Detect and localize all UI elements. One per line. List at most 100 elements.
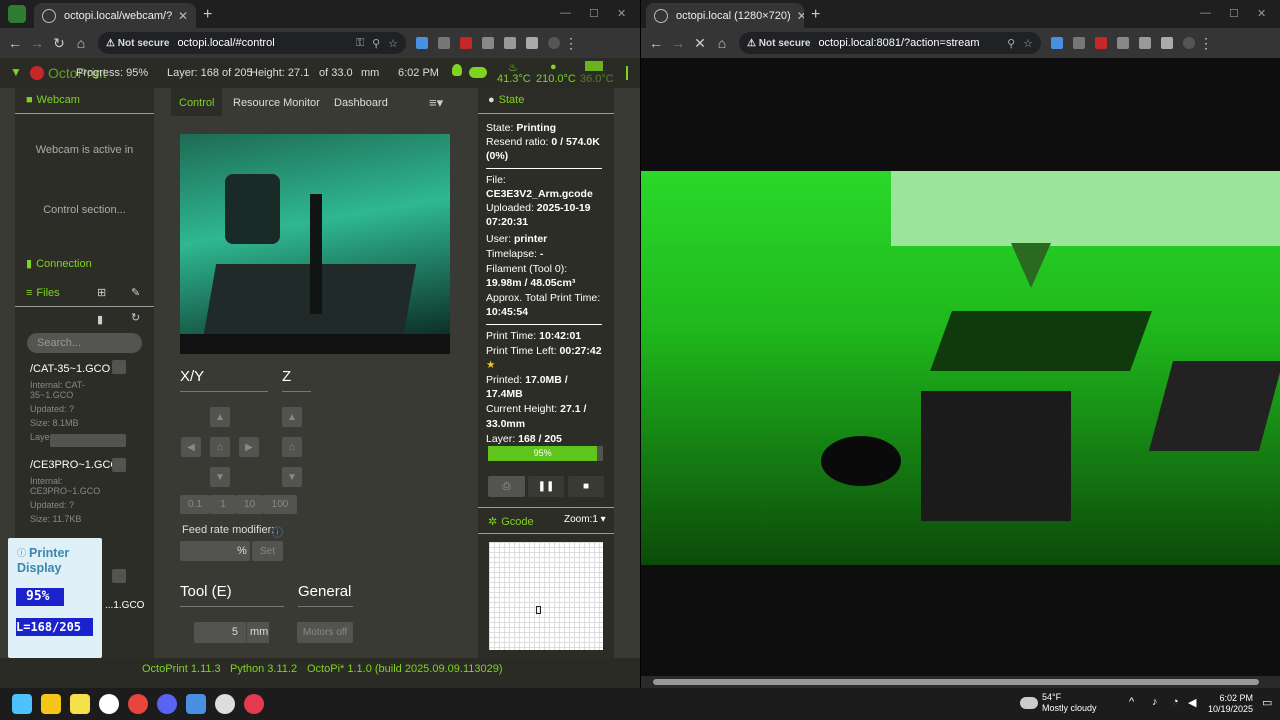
tab-control[interactable]: Control <box>171 88 222 118</box>
clock[interactable]: 6:02 PM 10/19/2025 <box>1208 693 1253 715</box>
print-button[interactable]: ⎙ <box>488 476 525 497</box>
weather-widget[interactable]: 54°F Mostly cloudy <box>1020 692 1097 714</box>
chrome-icon[interactable] <box>128 694 148 714</box>
app-icon[interactable] <box>99 694 119 714</box>
extension-icon[interactable] <box>1095 37 1107 49</box>
browser-tab[interactable]: octopi.local/webcam/?action=s ✕ <box>34 3 196 28</box>
file-info-button[interactable] <box>112 360 126 374</box>
start-icon[interactable] <box>12 694 32 714</box>
webcam-header[interactable]: ■ Webcam <box>26 94 80 106</box>
back-icon[interactable]: ← <box>4 35 26 51</box>
step-0.1-button[interactable]: 0.1 <box>180 495 210 514</box>
pause-button[interactable]: ❚❚ <box>528 476 564 497</box>
extrude-amount-input[interactable]: 5 <box>194 622 246 643</box>
media-icon[interactable] <box>526 37 538 49</box>
chevron-up-icon[interactable]: ^ <box>1129 696 1134 708</box>
extension-icon[interactable] <box>1051 37 1063 49</box>
connection-header[interactable]: ▮ Connection <box>26 257 92 271</box>
extension-icon[interactable] <box>438 37 450 49</box>
new-tab-button[interactable]: + <box>203 6 212 24</box>
sd-card-icon[interactable]: ▮ <box>97 313 103 326</box>
y-minus-button[interactable]: ▼ <box>210 467 230 487</box>
file-info-button[interactable] <box>112 458 126 472</box>
file-info-button[interactable] <box>112 569 126 583</box>
minimize-button[interactable]: — <box>560 7 571 19</box>
wrench-icon[interactable]: ✎ <box>131 286 140 299</box>
close-tab-icon[interactable]: ✕ <box>172 9 188 23</box>
menu-dots-icon[interactable]: ⋮ <box>1195 35 1217 52</box>
zoom-icon[interactable]: ⚲ <box>372 37 380 50</box>
sitemap-icon[interactable]: ⊞ <box>97 286 106 299</box>
scrollbar-thumb[interactable] <box>653 679 1259 685</box>
home-icon[interactable]: ⌂ <box>70 35 92 51</box>
password-key-icon[interactable]: ⚿ <box>356 37 364 50</box>
tabs-menu-icon[interactable]: ≡▾ <box>429 95 443 111</box>
wifi-icon[interactable]: ◔ <box>1172 696 1179 708</box>
maximize-button[interactable]: ☐ <box>1229 7 1239 20</box>
profile-avatar-icon[interactable] <box>548 37 560 49</box>
file-item[interactable]: /CAT-35~1.GCO Internal: CAT-35~1.GCO Upd… <box>30 363 125 442</box>
file-explorer-icon[interactable] <box>41 694 61 714</box>
extensions-puzzle-icon[interactable] <box>482 37 494 49</box>
browser-tab[interactable]: octopi.local (1280×720) ✕ <box>646 3 804 28</box>
step-10-button[interactable]: 10 <box>236 495 263 514</box>
octoprint-app-icon[interactable] <box>8 5 26 23</box>
gcode-viewer-canvas[interactable] <box>489 542 603 650</box>
notifications-icon[interactable]: ▭ <box>1262 696 1272 709</box>
home-icon[interactable]: ⌂ <box>711 35 733 51</box>
volume-icon[interactable]: ◀ <box>1188 696 1196 709</box>
media-player-icon[interactable] <box>244 694 264 714</box>
motors-off-button[interactable]: Motors off <box>297 622 353 643</box>
sticky-notes-icon[interactable] <box>70 694 90 714</box>
zoom-dropdown[interactable]: Zoom:1 ▾ <box>564 514 606 525</box>
new-tab-button[interactable]: + <box>811 6 820 24</box>
media-icon[interactable] <box>1161 37 1173 49</box>
close-window-button[interactable]: ✕ <box>1257 7 1266 20</box>
file-item[interactable]: /CE3PRO~1.GCO Internal: CE3PRO~1.GCO Upd… <box>30 459 125 524</box>
x-minus-button[interactable]: ◀ <box>181 437 201 457</box>
step-1-button[interactable]: 1 <box>210 495 236 514</box>
home-xy-button[interactable]: ⌂ <box>210 437 230 457</box>
files-header[interactable]: ≡ Files <box>26 287 60 299</box>
extension-icon[interactable] <box>460 37 472 49</box>
forward-icon[interactable]: → <box>26 35 48 51</box>
stop-loading-icon[interactable]: ✕ <box>689 35 711 52</box>
not-secure-badge[interactable]: ⚠ Not secure <box>747 38 810 49</box>
horizontal-scrollbar[interactable] <box>641 676 1280 688</box>
cancel-button[interactable]: ■ <box>568 476 604 497</box>
url-field[interactable]: ⚠ Not secure octopi.local:8081/?action=s… <box>739 32 1041 54</box>
info-icon[interactable]: ⓘ <box>272 524 283 540</box>
forward-icon[interactable]: → <box>667 35 689 51</box>
tab-dashboard[interactable]: Dashboard <box>334 97 388 109</box>
extension-icon[interactable] <box>504 37 516 49</box>
close-window-button[interactable]: ✕ <box>617 7 626 20</box>
extension-icon[interactable] <box>1139 37 1151 49</box>
power-toggle[interactable] <box>469 67 487 78</box>
bookmark-star-icon[interactable]: ☆ <box>1023 37 1033 50</box>
app-icon[interactable] <box>186 694 206 714</box>
bookmark-star-icon[interactable]: ☆ <box>388 37 398 50</box>
discord-icon[interactable] <box>157 694 177 714</box>
profile-avatar-icon[interactable] <box>1183 37 1195 49</box>
maximize-button[interactable]: ☐ <box>589 7 599 20</box>
gcode-header[interactable]: ✲ Gcode <box>488 515 534 529</box>
z-plus-button[interactable]: ▲ <box>282 407 302 427</box>
menu-dots-icon[interactable]: ⋮ <box>560 35 582 52</box>
file-action-buttons[interactable] <box>50 434 126 447</box>
minimize-button[interactable]: — <box>1200 7 1211 19</box>
url-field[interactable]: ⚠ Not secure octopi.local/#control ⚿ ⚲ ☆ <box>98 32 406 54</box>
refresh-icon[interactable]: ↻ <box>131 311 140 324</box>
zoom-icon[interactable]: ⚲ <box>1007 37 1015 50</box>
extension-icon[interactable] <box>1073 37 1085 49</box>
lightbulb-icon[interactable] <box>452 64 462 76</box>
z-minus-button[interactable]: ▼ <box>282 467 302 487</box>
x-plus-button[interactable]: ▶ <box>239 437 259 457</box>
step-100-button[interactable]: 100 <box>263 495 297 514</box>
app-icon[interactable] <box>215 694 235 714</box>
tab-resource-monitor[interactable]: Resource Monitor <box>233 97 320 109</box>
back-icon[interactable]: ← <box>645 35 667 51</box>
home-z-button[interactable]: ⌂ <box>282 437 302 457</box>
not-secure-badge[interactable]: ⚠ Not secure <box>106 38 169 49</box>
search-input[interactable]: Search... <box>27 333 142 353</box>
close-tab-icon[interactable]: ✕ <box>791 9 804 23</box>
